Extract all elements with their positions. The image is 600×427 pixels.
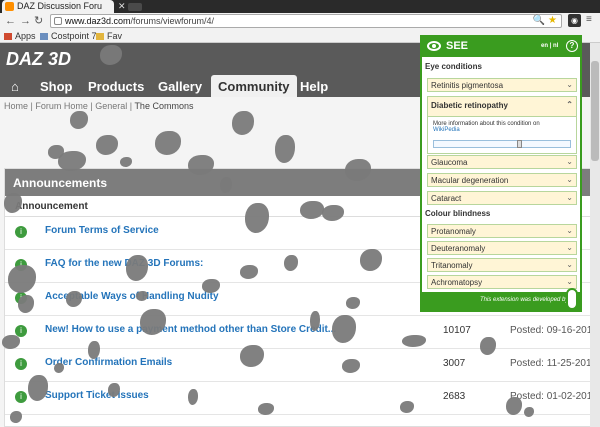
- search-icon[interactable]: 🔍: [533, 15, 545, 26]
- topic-count: 3007: [443, 358, 466, 369]
- close-tab-icon[interactable]: ✕: [118, 1, 126, 12]
- page-scrollbar[interactable]: [590, 43, 600, 427]
- chevron-down-icon: ⌄: [566, 226, 573, 235]
- condition-retinitis[interactable]: Retinitis pigmentosa ⌄: [427, 78, 577, 92]
- topic-count: 2683: [443, 391, 466, 402]
- slider-thumb[interactable]: [517, 140, 522, 148]
- condition-label: Cataract: [431, 194, 462, 203]
- condition-label: Retinitis pigmentosa: [431, 81, 504, 90]
- folder-icon: [96, 33, 104, 41]
- url-path: /forums/viewforum/4/: [130, 16, 215, 26]
- condition-achromatopsy[interactable]: Achromatopsy ⌄: [427, 275, 577, 289]
- condition-label: Deuteranomaly: [431, 244, 486, 253]
- tab-title: DAZ Discussion Foru: [17, 1, 103, 11]
- nav-products[interactable]: Products: [88, 79, 144, 94]
- language-switch[interactable]: en | nl: [541, 43, 558, 49]
- topic-link[interactable]: Order Confirmation Emails: [45, 357, 172, 368]
- nav-help[interactable]: Help: [300, 79, 328, 94]
- topic-status-icon: i: [15, 358, 27, 370]
- bookmark-label: Costpoint 7: [51, 31, 97, 41]
- condition-macular[interactable]: Macular degeneration ⌄: [427, 173, 577, 187]
- bookmark-costpoint[interactable]: Costpoint 7: [40, 31, 97, 42]
- topic-posted: Posted: 09-16-2012 0: [510, 325, 600, 336]
- breadcrumb-forum-home[interactable]: Forum Home: [35, 101, 88, 111]
- topic-link[interactable]: Support Ticket Issues: [45, 390, 149, 401]
- daz-favicon-icon: [5, 2, 14, 11]
- condition-deuteranomaly[interactable]: Deuteranomaly ⌄: [427, 241, 577, 255]
- topic-count: 10107: [443, 325, 471, 336]
- condition-tritanomaly[interactable]: Tritanomaly ⌄: [427, 258, 577, 272]
- chevron-down-icon: ⌄: [566, 157, 573, 166]
- bookmark-apps[interactable]: Apps: [4, 31, 36, 42]
- nav-gallery[interactable]: Gallery: [158, 79, 202, 94]
- chevron-up-icon: ⌃: [566, 100, 573, 109]
- condition-protanomaly[interactable]: Protanomaly ⌄: [427, 224, 577, 238]
- forward-icon[interactable]: →: [20, 14, 31, 29]
- url-input[interactable]: www.daz3d.com/forums/viewforum/4/ 🔍 ★: [50, 14, 562, 28]
- condition-label: Protanomaly: [431, 227, 476, 236]
- breadcrumb-home[interactable]: Home: [4, 101, 28, 111]
- chevron-down-icon: ⌄: [566, 80, 573, 89]
- chevron-down-icon: ⌄: [566, 175, 573, 184]
- address-bar-row: ← → ↻ www.daz3d.com/forums/viewforum/4/ …: [0, 13, 600, 30]
- url-host: www.daz3d.com: [65, 16, 131, 26]
- breadcrumb: Home | Forum Home | General | The Common…: [4, 101, 194, 111]
- bookmark-fav[interactable]: Fav: [96, 31, 122, 42]
- home-icon[interactable]: ⌂: [11, 79, 19, 94]
- chevron-down-icon: ⌄: [566, 243, 573, 252]
- star-icon[interactable]: ★: [548, 15, 557, 26]
- colour-blindness-heading: Colour blindness: [425, 209, 491, 218]
- eye-icon: [427, 41, 441, 51]
- eye-conditions-heading: Eye conditions: [425, 62, 482, 71]
- nav-shop[interactable]: Shop: [40, 79, 73, 94]
- condition-diabetic-retinopathy[interactable]: Diabetic retinopathy ⌃: [427, 96, 577, 117]
- developer-logo-icon[interactable]: [566, 288, 578, 310]
- condition-label: Achromatopsy: [431, 278, 483, 287]
- see-footer: This extension was developed by: [422, 288, 580, 310]
- reload-icon[interactable]: ↻: [34, 14, 43, 29]
- see-extension-icon[interactable]: ◉: [568, 14, 581, 27]
- wikipedia-link[interactable]: WikiPedia: [433, 127, 460, 133]
- footer-text: This extension was developed by: [480, 297, 569, 303]
- apps-grid-icon: [4, 33, 12, 41]
- topic-posted: Posted: 11-25-2013 1: [510, 358, 600, 369]
- see-title: SEE: [446, 40, 469, 52]
- condition-label: Glaucoma: [431, 158, 468, 167]
- page-icon: [40, 33, 48, 41]
- topic-link[interactable]: Forum Terms of Service: [45, 225, 159, 236]
- menu-icon[interactable]: ≡: [586, 14, 592, 25]
- chevron-down-icon: ⌄: [566, 277, 573, 286]
- chevron-down-icon: ⌄: [566, 193, 573, 202]
- scrollbar-thumb[interactable]: [591, 61, 599, 161]
- bookmark-label: Fav: [107, 31, 123, 41]
- see-header: SEE en | nl ?: [422, 37, 580, 57]
- help-icon[interactable]: ?: [566, 40, 578, 52]
- see-extension-popup: SEE en | nl ? Eye conditions Retinitis p…: [420, 35, 582, 312]
- page-icon: [54, 17, 62, 25]
- severity-slider[interactable]: [433, 140, 571, 148]
- condition-label: Macular degeneration: [431, 176, 509, 185]
- chevron-down-icon: ⌄: [566, 260, 573, 269]
- topic-link[interactable]: New! How to use a payment method other t…: [45, 324, 336, 335]
- back-icon[interactable]: ←: [5, 14, 16, 29]
- browser-tab[interactable]: DAZ Discussion Foru: [2, 0, 114, 13]
- topic-link[interactable]: FAQ for the new DAZ 3D Forums:: [45, 258, 203, 269]
- condition-label: Diabetic retinopathy: [431, 101, 508, 110]
- condition-label: Tritanomaly: [431, 261, 473, 270]
- daz-logo[interactable]: DAZ 3D: [6, 49, 71, 70]
- condition-glaucoma[interactable]: Glaucoma ⌄: [427, 155, 577, 169]
- bookmark-label: Apps: [15, 31, 36, 41]
- topic-status-icon: i: [15, 391, 27, 403]
- breadcrumb-current: The Commons: [134, 101, 194, 111]
- topic-status-icon: i: [15, 226, 27, 238]
- condition-details: More information about this condition on…: [427, 117, 577, 154]
- browser-titlebar: DAZ Discussion Foru ✕: [0, 0, 600, 13]
- nav-community[interactable]: Community: [211, 75, 297, 97]
- condition-cataract[interactable]: Cataract ⌄: [427, 191, 577, 205]
- new-tab-button[interactable]: [128, 3, 142, 11]
- breadcrumb-general[interactable]: General: [95, 101, 127, 111]
- topic-posted: Posted: 01-02-2014 0: [510, 391, 600, 402]
